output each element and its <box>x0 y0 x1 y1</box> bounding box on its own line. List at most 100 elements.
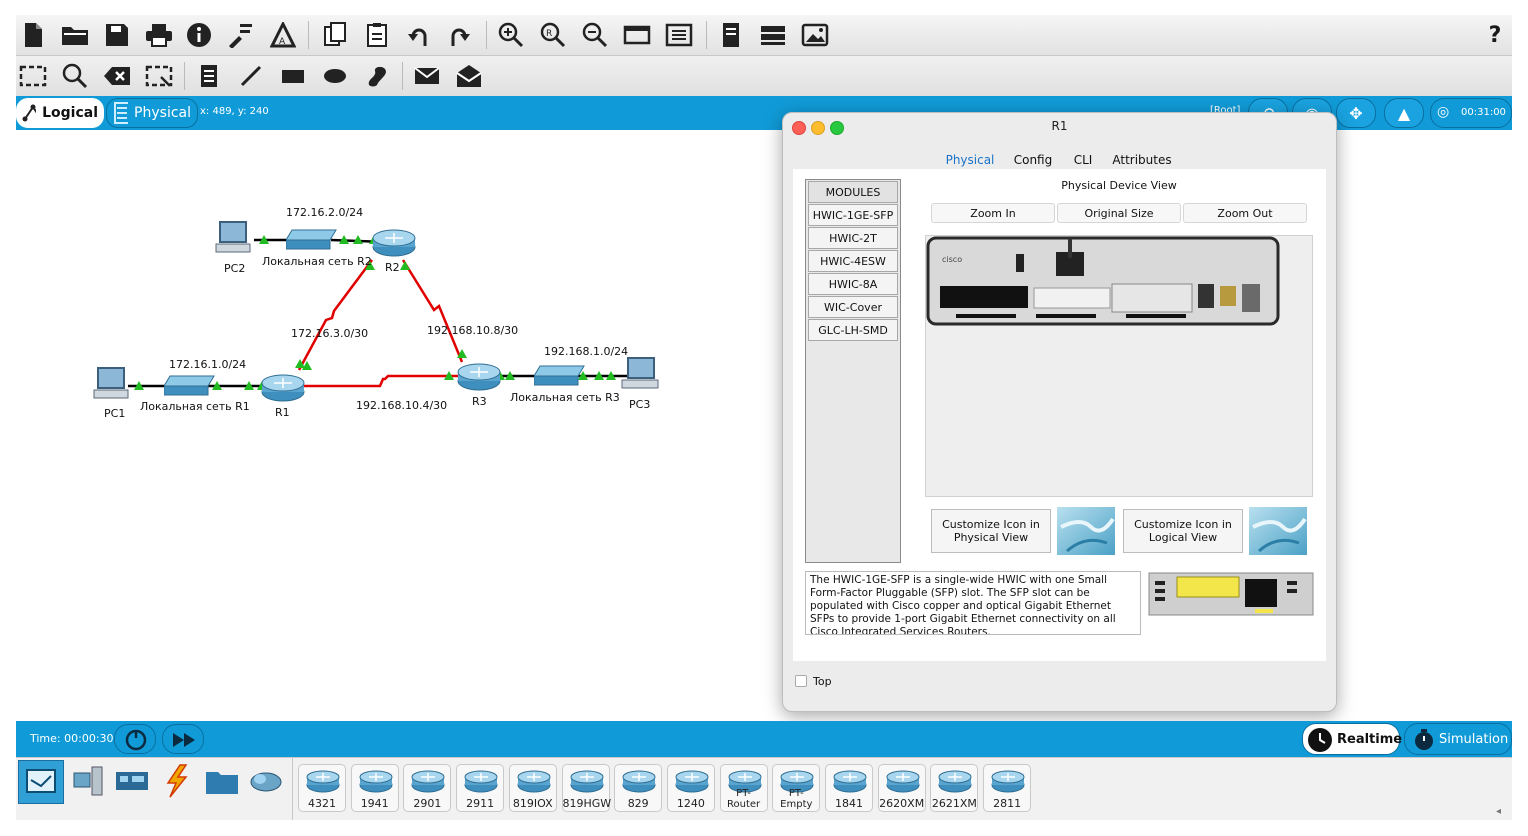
customize-physical-icon-button[interactable]: Customize Icon in Physical View <box>931 509 1051 553</box>
multiuser-category-icon[interactable] <box>244 760 288 802</box>
paste-icon[interactable] <box>362 21 392 49</box>
device-model-2811[interactable]: 2811 <box>983 764 1032 812</box>
switch-r3-icon[interactable] <box>534 364 586 388</box>
router-r3-icon[interactable] <box>456 362 502 392</box>
device-model-2901[interactable]: 2901 <box>403 764 452 812</box>
complex-pdu-icon[interactable] <box>454 62 484 90</box>
note-icon[interactable] <box>194 62 224 90</box>
physical-view-button[interactable]: Physical <box>106 98 198 128</box>
help-icon[interactable]: ? <box>1480 21 1510 49</box>
switch-r2-icon[interactable] <box>286 228 338 252</box>
module-item[interactable]: HWIC-4ESW <box>808 250 898 272</box>
link-r1-r2-serial[interactable] <box>297 259 374 371</box>
new-file-icon[interactable] <box>18 21 48 49</box>
screenshot-icon[interactable] <box>800 21 830 49</box>
connections-category-icon[interactable] <box>154 760 198 802</box>
line-draw-icon[interactable] <box>236 62 266 90</box>
device-model-2620xm[interactable]: 2620XM <box>877 764 926 812</box>
original-size-button[interactable]: Original Size <box>1057 203 1181 223</box>
device-model-pt-empty[interactable]: PT-Empty <box>772 764 821 812</box>
link-r2-r3-serial[interactable] <box>401 259 464 363</box>
delete-icon[interactable] <box>102 62 132 90</box>
zoom-in-button[interactable]: Zoom In <box>931 203 1055 223</box>
device-palette: ◂ 4321 1941 2901 2911 819IOX 819HGW 829 1240 PT-… <box>16 757 1512 820</box>
device-model-pt-router[interactable]: PT-Router <box>719 764 768 812</box>
device-model-1841[interactable]: 1841 <box>825 764 873 812</box>
realtime-mode-button[interactable]: Realtime <box>1302 723 1402 755</box>
rectangle-draw-icon[interactable] <box>278 62 308 90</box>
activity-wizard-icon[interactable] <box>226 21 256 49</box>
drawing-palette-icon[interactable] <box>622 21 652 49</box>
save-icon[interactable] <box>102 21 132 49</box>
device-model-2911[interactable]: 2911 <box>456 764 505 812</box>
scroll-right-arrow[interactable]: ◂ <box>1496 806 1501 817</box>
link-r1-r3-serial[interactable] <box>302 374 463 388</box>
pdu-list-icon[interactable] <box>758 21 788 49</box>
pc1-icon[interactable] <box>92 366 132 402</box>
move-object-icon[interactable]: ✥ <box>1336 98 1376 128</box>
device-model-label: 2620XM <box>879 797 925 810</box>
zoom-reset-icon[interactable]: R <box>538 21 568 49</box>
network-info-icon[interactable]: A <box>268 21 298 49</box>
label-net-172-16-1: 172.16.1.0/24 <box>169 358 247 371</box>
fast-forward-button[interactable] <box>162 724 204 754</box>
physical-device-view[interactable]: cisco <box>925 235 1313 497</box>
device-model-4321[interactable]: 4321 <box>298 764 346 812</box>
device-model-819hgw[interactable]: 819HGW <box>561 764 611 812</box>
module-item[interactable]: HWIC-2T <box>808 227 898 249</box>
tab-cli[interactable]: CLI <box>1065 149 1101 171</box>
pc3-icon[interactable] <box>620 356 662 394</box>
module-item[interactable]: WIC-Cover <box>808 296 898 318</box>
module-item[interactable]: HWIC-8A <box>808 273 898 295</box>
router-r2-icon[interactable] <box>371 228 417 258</box>
modules-list[interactable]: MODULES HWIC-1GE-SFP HWIC-2T HWIC-4ESW H… <box>805 179 901 563</box>
device-model-2621xm[interactable]: 2621XM <box>930 764 979 812</box>
redo-icon[interactable] <box>444 21 474 49</box>
custom-devices-icon[interactable] <box>664 21 694 49</box>
device-model-829[interactable]: 829 <box>614 764 663 812</box>
device-model-819iox[interactable]: 819IOX <box>508 764 557 812</box>
copy-icon[interactable] <box>320 21 350 49</box>
simulation-mode-button[interactable]: Simulation <box>1404 723 1512 755</box>
pc2-icon[interactable] <box>214 220 254 256</box>
module-item[interactable]: GLC-LH-SMD <box>808 319 898 341</box>
cluster-icon[interactable] <box>716 21 746 49</box>
network-devices-category-icon[interactable] <box>18 760 64 804</box>
freeform-draw-icon[interactable] <box>362 62 392 90</box>
power-cycle-button[interactable] <box>114 724 156 754</box>
module-item[interactable]: HWIC-1GE-SFP <box>808 204 898 226</box>
undo-icon[interactable] <box>404 21 434 49</box>
router-chassis-image[interactable]: cisco <box>926 236 1314 336</box>
ellipse-draw-icon[interactable] <box>320 62 350 90</box>
power-cycle-icon <box>125 729 147 751</box>
logical-view-button[interactable]: Logical <box>16 98 104 128</box>
router-icon <box>464 770 498 793</box>
zoom-in-icon[interactable] <box>496 21 526 49</box>
simple-pdu-icon[interactable] <box>412 62 442 90</box>
miscellaneous-category-icon[interactable] <box>200 760 244 802</box>
set-background-icon[interactable]: ▲ <box>1384 98 1424 128</box>
tab-config[interactable]: Config <box>1007 149 1059 171</box>
device-model-1941[interactable]: 1941 <box>350 764 399 812</box>
device-model-label: 1941 <box>360 797 389 810</box>
zoom-out-button[interactable]: Zoom Out <box>1183 203 1307 223</box>
components-category-icon[interactable] <box>110 760 154 802</box>
print-icon[interactable] <box>144 21 174 49</box>
zoom-out-icon[interactable] <box>580 21 610 49</box>
device-model-1240[interactable]: 1240 <box>666 764 715 812</box>
viewport-clock[interactable]: ◎ 00:31:00 <box>1430 98 1512 128</box>
switch-r1-icon[interactable] <box>164 374 216 398</box>
open-folder-icon[interactable] <box>60 21 90 49</box>
device-model-label: 2811 <box>993 797 1022 810</box>
router-r1-icon[interactable] <box>260 373 306 403</box>
info-icon[interactable] <box>184 21 214 49</box>
module-description: The HWIC-1GE-SFP is a single-wide HWIC w… <box>805 571 1141 635</box>
top-checkbox[interactable] <box>795 675 807 687</box>
device-model-label: 819IOX <box>512 797 553 810</box>
customize-logical-icon-button[interactable]: Customize Icon in Logical View <box>1123 509 1243 553</box>
select-icon[interactable] <box>18 62 48 90</box>
end-devices-category-icon[interactable] <box>66 760 110 802</box>
inspect-icon[interactable] <box>60 62 90 90</box>
tab-attributes[interactable]: Attributes <box>1107 149 1177 171</box>
resize-icon[interactable] <box>144 62 174 90</box>
